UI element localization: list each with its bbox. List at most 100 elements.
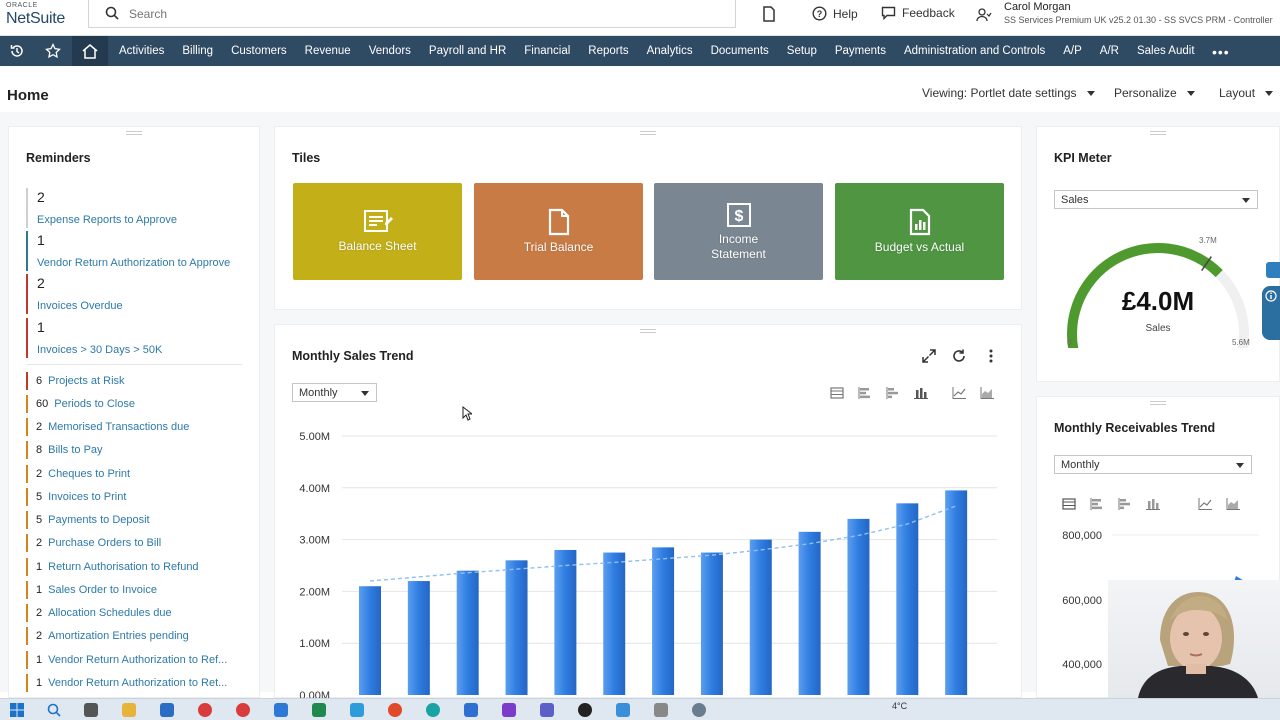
- chart-type-column-button[interactable]: [910, 382, 932, 404]
- reminder-item[interactable]: 6 Projects at Risk: [26, 372, 236, 390]
- drag-handle[interactable]: [126, 131, 142, 135]
- nav-customers[interactable]: Customers: [231, 45, 287, 57]
- chart-type-area-button[interactable]: [1222, 493, 1244, 515]
- nav-vendors[interactable]: Vendors: [369, 45, 411, 57]
- reminder-label[interactable]: Allocation Schedules due: [48, 607, 172, 619]
- side-info-panel[interactable]: [1262, 286, 1280, 340]
- reminder-label[interactable]: Expense Reports to Approve: [37, 212, 246, 228]
- reminder-label[interactable]: Amortization Entries pending: [48, 630, 189, 642]
- edge-icon[interactable]: [426, 703, 440, 717]
- task-view-icon[interactable]: [84, 703, 98, 717]
- excel-icon[interactable]: [312, 703, 326, 717]
- reminder-item[interactable]: 1 Return Authorisation to Refund: [26, 558, 236, 576]
- reminder-label[interactable]: Vendor Return Authorization to Ref...: [48, 654, 227, 666]
- recorder-icon[interactable]: [388, 703, 402, 717]
- reminder-label[interactable]: Invoices Overdue: [37, 298, 246, 314]
- reminder-item[interactable]: 8 Bills to Pay: [26, 441, 236, 459]
- reminder-label[interactable]: Invoices to Print: [48, 491, 126, 503]
- chart-type-area-button[interactable]: [976, 382, 998, 404]
- nav-documents[interactable]: Documents: [711, 45, 769, 57]
- vscode-icon[interactable]: [464, 703, 478, 717]
- tile-income-statement[interactable]: $ Income Statement: [654, 183, 823, 280]
- chrome-profile-icon[interactable]: [236, 703, 250, 717]
- teams-icon[interactable]: [540, 703, 554, 717]
- chart-type-column-button[interactable]: [1142, 493, 1164, 515]
- home-button[interactable]: [72, 36, 108, 66]
- copilot-icon[interactable]: [616, 703, 630, 717]
- drag-handle[interactable]: [640, 329, 656, 333]
- reminder-label[interactable]: Bills to Pay: [48, 444, 102, 456]
- recent-records-button[interactable]: [762, 6, 782, 22]
- recent-button[interactable]: [0, 36, 34, 66]
- sales-period-select[interactable]: Monthly: [292, 383, 377, 402]
- app-icon[interactable]: [502, 703, 516, 717]
- file-explorer-icon[interactable]: [122, 703, 136, 717]
- reminder-item[interactable]: 60 Periods to Close: [26, 395, 236, 413]
- reminder-item[interactable]: 2 Allocation Schedules due: [26, 604, 236, 622]
- nav-payments[interactable]: Payments: [835, 45, 886, 57]
- reminder-label[interactable]: Cheques to Print: [48, 468, 130, 480]
- tile-budget-vs-actual[interactable]: Budget vs Actual: [835, 183, 1004, 280]
- kpi-select[interactable]: Sales: [1054, 190, 1258, 209]
- reminder-item[interactable]: 5 Payments to Deposit: [26, 511, 236, 529]
- settings-icon[interactable]: [692, 703, 706, 717]
- windows-start-icon[interactable]: [10, 703, 24, 717]
- favorites-button[interactable]: [36, 36, 70, 66]
- snipping-tool-icon[interactable]: [654, 703, 668, 717]
- portlet-date-settings[interactable]: Viewing: Portlet date settings: [922, 86, 1095, 100]
- taskbar-search-icon[interactable]: [47, 703, 61, 717]
- weather-widget[interactable]: 4°C: [892, 701, 907, 711]
- reminder-invoices-overdue[interactable]: 2 Invoices Overdue: [26, 274, 246, 314]
- reminder-label[interactable]: Vendor Return Authorization to Approve: [37, 255, 246, 271]
- expand-icon[interactable]: [921, 348, 937, 364]
- feedback-button[interactable]: Feedback: [881, 6, 955, 20]
- nav-more-button[interactable]: •••: [1212, 44, 1230, 60]
- refresh-icon[interactable]: [951, 348, 967, 364]
- nav-administration[interactable]: Administration and Controls: [904, 45, 1045, 57]
- chart-type-bar-button[interactable]: [1114, 493, 1136, 515]
- tile-balance-sheet[interactable]: Balance Sheet: [293, 183, 462, 280]
- nav-setup[interactable]: Setup: [787, 45, 817, 57]
- nav-financial[interactable]: Financial: [524, 45, 570, 57]
- drag-handle[interactable]: [1150, 401, 1166, 405]
- reminder-label[interactable]: Purchase Orders to Bill: [48, 537, 161, 549]
- nav-reports[interactable]: Reports: [588, 45, 628, 57]
- remote-desktop-icon[interactable]: [350, 703, 364, 717]
- reminder-expense-reports[interactable]: 2 Expense Reports to Approve: [26, 188, 246, 228]
- store-icon[interactable]: [160, 703, 174, 717]
- receivables-period-select[interactable]: Monthly: [1054, 455, 1252, 474]
- reminder-label[interactable]: Projects at Risk: [48, 375, 124, 387]
- reminder-invoices-30-days[interactable]: 1 Invoices > 30 Days > 50K: [26, 318, 246, 358]
- reminder-vendor-return-approve[interactable]: 1 Vendor Return Authorization to Approve: [26, 231, 246, 271]
- nav-activities[interactable]: Activities: [119, 45, 164, 57]
- chatgpt-icon[interactable]: [578, 703, 592, 717]
- chart-type-stacked-bar-button[interactable]: [854, 382, 876, 404]
- netsuite-logo[interactable]: ORACLE NetSuite: [6, 2, 72, 34]
- reminder-item[interactable]: 2 Cheques to Print: [26, 465, 236, 483]
- nav-revenue[interactable]: Revenue: [305, 45, 351, 57]
- nav-payroll-hr[interactable]: Payroll and HR: [429, 45, 506, 57]
- reminder-label[interactable]: Invoices > 30 Days > 50K: [37, 342, 246, 358]
- reminder-label[interactable]: Memorised Transactions due: [48, 421, 189, 433]
- chart-type-table-button[interactable]: [1058, 493, 1080, 515]
- global-search[interactable]: [88, 0, 736, 28]
- nav-billing[interactable]: Billing: [182, 45, 213, 57]
- side-chat-button[interactable]: [1266, 262, 1280, 278]
- reminder-item[interactable]: 2 Memorised Transactions due: [26, 418, 236, 436]
- chart-type-line-button[interactable]: [1194, 493, 1216, 515]
- layout-button[interactable]: Layout: [1219, 86, 1274, 100]
- reminder-label[interactable]: Vendor Return Authorization to Ret...: [48, 677, 227, 689]
- chart-type-table-button[interactable]: [826, 382, 848, 404]
- reminder-item[interactable]: 2 Amortization Entries pending: [26, 627, 236, 645]
- nav-ar[interactable]: A/R: [1100, 45, 1119, 57]
- reminder-item[interactable]: 5 Invoices to Print: [26, 488, 236, 506]
- nav-ap[interactable]: A/P: [1063, 45, 1082, 57]
- reminder-label[interactable]: Periods to Close: [54, 398, 135, 410]
- nav-analytics[interactable]: Analytics: [647, 45, 693, 57]
- personalize-button[interactable]: Personalize: [1114, 86, 1195, 100]
- chart-type-line-button[interactable]: [948, 382, 970, 404]
- nav-sales-audit[interactable]: Sales Audit: [1137, 45, 1195, 57]
- drag-handle[interactable]: [640, 131, 656, 135]
- reminder-item[interactable]: 1 Vendor Return Authorization to Ref...: [26, 651, 236, 669]
- user-menu[interactable]: Carol Morgan SS Services Premium UK v25.…: [1004, 1, 1280, 26]
